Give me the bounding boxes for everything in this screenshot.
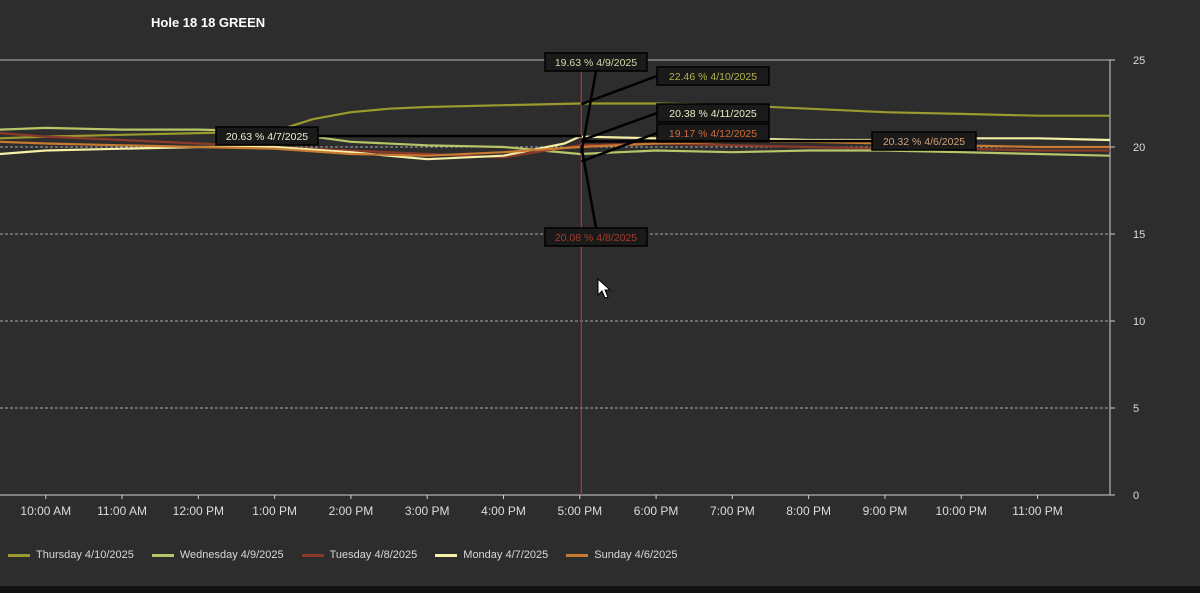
x-tick-label: 10:00 AM — [20, 504, 71, 518]
legend-swatch — [301, 553, 324, 557]
mouse-pointer-icon — [597, 277, 612, 299]
x-tick-label: 4:00 PM — [481, 504, 526, 518]
legend-swatch — [435, 553, 458, 557]
y-tick-label: 25 — [1133, 55, 1145, 67]
tooltip-label: 20.63 % 4/7/2025 — [226, 131, 308, 143]
x-tick-label: 9:00 PM — [863, 504, 908, 518]
x-tick-label: 5:00 PM — [557, 504, 602, 518]
y-tick-label: 5 — [1133, 403, 1139, 415]
y-tick-label: 20 — [1133, 142, 1145, 154]
tooltip-label: 20.08 % 4/8/2025 — [555, 232, 637, 244]
tooltip-label: 22.46 % 4/10/2025 — [669, 71, 757, 83]
tooltip-label: 20.32 % 4/6/2025 — [883, 136, 965, 148]
x-tick-label: 1:00 PM — [252, 504, 297, 518]
legend-item[interactable]: Thursday 4/10/2025 — [8, 549, 134, 561]
x-tick-label: 2:00 PM — [329, 504, 374, 518]
y-tick-label: 15 — [1133, 229, 1145, 241]
legend-label: Sunday 4/6/2025 — [594, 549, 678, 561]
x-tick-label: 11:00 AM — [97, 504, 147, 518]
chart-plot[interactable]: 0 5 10 15 20 25 10:00 AM 11:00 AM 12:00 PM 1:00 P… — [0, 0, 1200, 593]
legend-label: Tuesday 4/8/2025 — [329, 549, 418, 561]
legend-item[interactable]: Tuesday 4/8/2025 — [301, 549, 418, 561]
x-tick-label: 11:00 PM — [1012, 504, 1062, 518]
legend-label: Monday 4/7/2025 — [463, 549, 549, 561]
legend-label: Thursday 4/10/2025 — [36, 549, 134, 561]
legend-item[interactable]: Wednesday 4/9/2025 — [151, 549, 284, 561]
legend-label: Wednesday 4/9/2025 — [179, 549, 284, 561]
legend: Thursday 4/10/2025 Wednesday 4/9/2025 Tues… — [8, 549, 677, 561]
x-tick-label: 6:00 PM — [634, 504, 679, 518]
legend-swatch — [8, 553, 30, 557]
x-tick-label: 3:00 PM — [405, 504, 450, 518]
legend-swatch — [151, 553, 174, 557]
tooltip-label: 20.38 % 4/11/2025 — [669, 108, 757, 120]
tooltip-label: 19.17 % 4/12/2025 — [669, 128, 757, 140]
y-tick-label: 0 — [1133, 490, 1139, 502]
axes: 0 5 10 15 20 25 10:00 AM 11:00 AM 12:00 PM 1:00 P… — [0, 55, 1145, 518]
x-tick-label: 12:00 PM — [173, 504, 224, 518]
legend-item[interactable]: Monday 4/7/2025 — [435, 549, 548, 561]
x-tick-label: 8:00 PM — [786, 504, 831, 518]
legend-swatch — [566, 553, 589, 557]
y-tick-label: 10 — [1133, 316, 1145, 328]
x-tick-label: 10:00 PM — [936, 504, 987, 518]
tooltip-label: 19.63 % 4/9/2025 — [555, 57, 637, 69]
legend-item[interactable]: Sunday 4/6/2025 — [566, 549, 677, 561]
window-bottom-edge — [0, 586, 1200, 593]
x-tick-label: 7:00 PM — [710, 504, 755, 518]
